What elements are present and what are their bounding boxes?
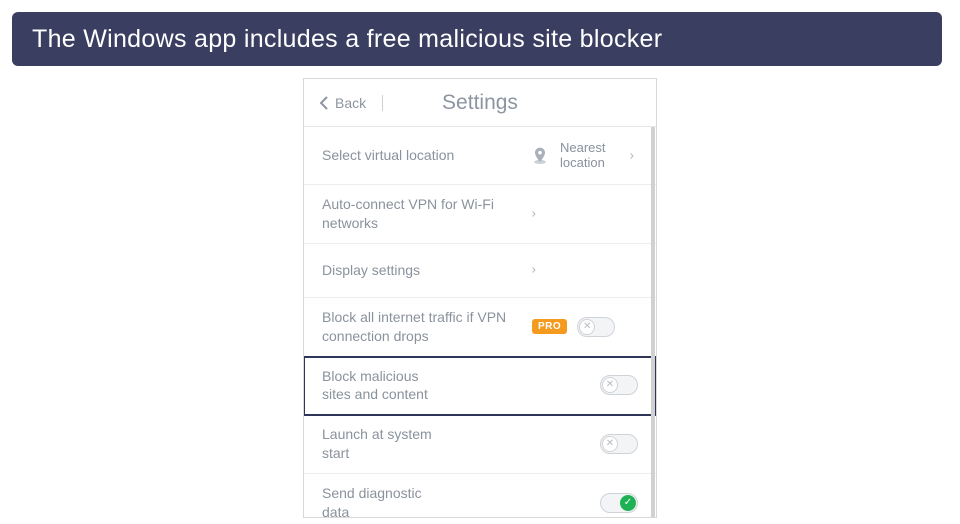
row-label: Select virtual location [322,146,520,165]
location-value: Nearest location [560,141,620,171]
row-label: Launch at system start [322,425,451,463]
row-autoconnect[interactable]: Auto-connect VPN for Wi-Fi networks [304,185,656,244]
settings-list: Select virtual location Nearest location… [304,127,656,517]
row-launch-at-start: Launch at system start ✕ [304,415,656,474]
back-button[interactable]: Back [304,95,383,111]
pro-badge: PRO [532,319,567,334]
row-label: Block all internet traffic if VPN connec… [322,308,522,346]
toggle-knob: ✕ [579,319,595,335]
row-virtual-location[interactable]: Select virtual location Nearest location [304,127,656,185]
caption-text: The Windows app includes a free maliciou… [32,25,662,54]
toggle-diagnostic[interactable]: ✓ [600,493,638,513]
row-display-settings[interactable]: Display settings [304,244,656,298]
toggle-launch-at-start[interactable]: ✕ [600,434,638,454]
toggle-block-traffic[interactable]: ✕ [577,317,615,337]
x-icon: ✕ [606,439,614,449]
toggle-knob: ✕ [602,436,618,452]
x-icon: ✕ [606,380,614,390]
settings-window: Back Settings Select virtual location Ne… [303,78,657,518]
row-block-malicious: Block malicious sites and content ✕ [304,357,656,416]
back-label: Back [335,95,366,111]
row-label: Block malicious sites and content [322,367,451,405]
page-title: Settings [442,91,518,115]
row-diagnostic: Send diagnostic data ✓ [304,474,656,517]
toggle-knob: ✓ [620,495,636,511]
toggle-knob: ✕ [602,377,618,393]
location-pin-icon [530,146,550,166]
caption-banner: The Windows app includes a free maliciou… [12,12,942,66]
chevron-right-icon [630,150,638,162]
chevron-right-icon [532,264,540,276]
row-label: Send diagnostic data [322,484,451,517]
check-icon: ✓ [624,498,632,508]
row-label: Display settings [322,261,522,280]
toggle-block-malicious[interactable]: ✕ [600,375,638,395]
scrollbar[interactable] [651,127,655,517]
chevron-right-icon [532,208,540,220]
row-label: Auto-connect VPN for Wi-Fi networks [322,195,522,233]
title-bar: Back Settings [304,79,656,127]
chevron-left-icon [320,96,329,110]
back-divider [382,95,383,111]
row-block-traffic: Block all internet traffic if VPN connec… [304,298,656,357]
x-icon: ✕ [583,322,591,332]
